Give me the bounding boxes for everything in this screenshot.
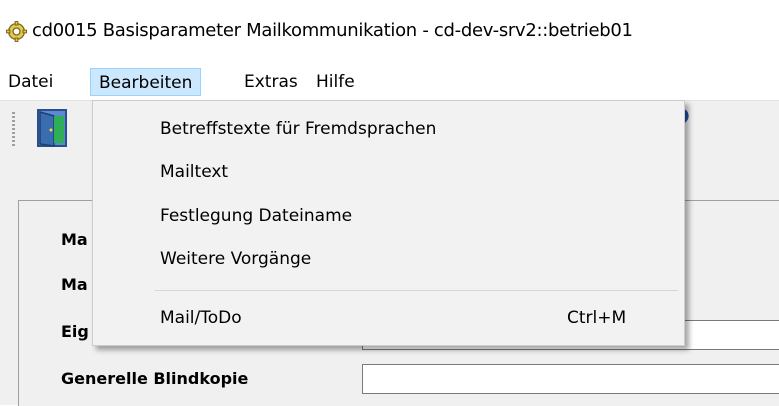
title-bar: cd0015 Basisparameter Mailkommunikation … [0, 0, 779, 64]
toolbar-grip[interactable] [12, 112, 15, 146]
door-exit-icon[interactable] [32, 107, 72, 149]
window-title: cd0015 Basisparameter Mailkommunikation … [32, 20, 633, 41]
menu-item-betreffstexte[interactable]: Betreffstexte für Fremdsprachen [93, 109, 684, 149]
menu-separator [155, 290, 678, 291]
menu-item-label: Mail/ToDo [160, 308, 242, 328]
menu-item-label: Betreffstexte für Fremdsprachen [160, 119, 437, 139]
menu-item-label: Weitere Vorgänge [160, 249, 312, 269]
field-label-3: Eig [61, 322, 89, 341]
menu-item-mail-todo[interactable]: Mail/ToDo Ctrl+M [93, 298, 684, 338]
menu-item-shortcut: Ctrl+M [567, 308, 627, 328]
menu-bar: Datei Bearbeiten Extras Hilfe [0, 64, 779, 101]
field-label-2: Ma [61, 275, 88, 294]
menu-extras[interactable]: Extras [236, 68, 306, 96]
menu-item-label: Festlegung Dateiname [160, 206, 353, 226]
field-label-1: Ma [61, 230, 88, 249]
blind-copy-input[interactable] [362, 364, 779, 394]
menu-item-mailtext[interactable]: Mailtext [93, 152, 684, 192]
menu-item-weitere-vorgaenge[interactable]: Weitere Vorgänge [93, 239, 684, 279]
gear-icon [6, 21, 27, 42]
menu-datei[interactable]: Datei [0, 68, 61, 96]
bearbeiten-dropdown: Betreffstexte für Fremdsprachen Mailtext… [92, 100, 685, 346]
menu-item-label: Mailtext [160, 162, 229, 182]
menu-bearbeiten[interactable]: Bearbeiten [90, 68, 202, 96]
menu-item-dateiname[interactable]: Festlegung Dateiname [93, 196, 684, 236]
menu-hilfe[interactable]: Hilfe [308, 68, 363, 96]
blind-copy-label: Generelle Blindkopie [61, 369, 249, 388]
